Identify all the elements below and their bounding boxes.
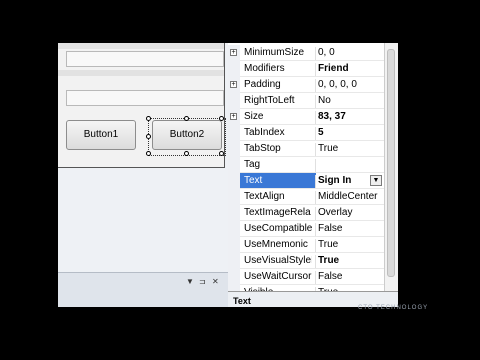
resize-handle-bottom-left[interactable] bbox=[146, 151, 151, 156]
property-row-margin bbox=[228, 221, 240, 237]
property-row-margin bbox=[228, 93, 240, 109]
docked-panel: ▼ ⊐ ✕ bbox=[58, 272, 228, 307]
property-row-margin bbox=[228, 173, 240, 189]
property-row-margin bbox=[228, 141, 240, 157]
property-name: Padding bbox=[244, 79, 281, 90]
property-value[interactable]: 0, 0 bbox=[315, 47, 383, 60]
button1[interactable]: Button1 bbox=[66, 120, 136, 150]
property-value[interactable]: True bbox=[315, 239, 383, 252]
property-name: TabStop bbox=[244, 143, 281, 154]
form-designer-surface[interactable]: Button1 Button2 bbox=[58, 43, 228, 272]
property-name: UseMnemonic bbox=[244, 239, 308, 250]
property-value[interactable]: 0, 0, 0, 0 bbox=[315, 79, 383, 92]
property-row[interactable]: TabStop True bbox=[228, 141, 384, 157]
close-icon[interactable]: ✕ bbox=[212, 277, 219, 286]
pin-icon[interactable]: ⊐ bbox=[199, 277, 206, 286]
property-value[interactable]: False bbox=[315, 223, 383, 236]
expand-icon[interactable]: + bbox=[230, 49, 237, 56]
resize-handle-left[interactable] bbox=[146, 134, 151, 139]
property-name: UseWaitCursor bbox=[244, 271, 312, 282]
property-name: Size bbox=[244, 111, 264, 122]
property-grid-scrollbar[interactable] bbox=[384, 43, 398, 291]
property-row-margin bbox=[228, 189, 240, 205]
resize-handle-top[interactable] bbox=[184, 116, 189, 121]
property-name: TextImageRela bbox=[244, 207, 311, 218]
property-row[interactable]: + MinimumSize 0, 0 bbox=[228, 45, 384, 61]
expand-icon[interactable]: + bbox=[230, 113, 237, 120]
property-row[interactable]: UseVisualStyleB True bbox=[228, 253, 384, 269]
property-name: TabIndex bbox=[244, 127, 285, 138]
property-value[interactable]: 83, 37 bbox=[315, 111, 383, 124]
property-name: Text bbox=[240, 173, 316, 188]
property-row-margin bbox=[228, 157, 240, 173]
property-name: UseVisualStyleB bbox=[244, 255, 312, 266]
form-top-stripe bbox=[58, 43, 224, 49]
property-name: UseCompatible bbox=[244, 223, 312, 234]
property-name: Modifiers bbox=[244, 63, 285, 74]
property-row[interactable]: TextAlign MiddleCenter bbox=[228, 189, 384, 205]
property-row[interactable]: Modifiers Friend bbox=[228, 61, 384, 77]
property-name: TextAlign bbox=[244, 191, 285, 202]
property-row[interactable]: UseCompatible False bbox=[228, 221, 384, 237]
property-value[interactable]: MiddleCenter bbox=[315, 191, 383, 204]
expand-icon[interactable]: + bbox=[230, 81, 237, 88]
property-name: Tag bbox=[244, 159, 261, 170]
property-row[interactable]: RightToLeft No bbox=[228, 93, 384, 109]
property-value[interactable]: 5 bbox=[315, 127, 383, 140]
property-row-margin: + bbox=[228, 109, 240, 125]
dropdown-arrow-icon[interactable]: ▼ bbox=[370, 175, 382, 186]
resize-handle-bottom-right[interactable] bbox=[219, 151, 224, 156]
property-value[interactable] bbox=[315, 159, 383, 172]
property-value[interactable]: False bbox=[315, 271, 383, 284]
property-value[interactable]: Friend bbox=[315, 63, 383, 76]
property-row-margin bbox=[228, 237, 240, 253]
watermark: CTO TECHNOLOGY bbox=[358, 305, 429, 311]
textbox-2[interactable] bbox=[66, 90, 224, 106]
property-row[interactable]: + Padding 0, 0, 0, 0 bbox=[228, 77, 384, 93]
property-row-margin bbox=[228, 269, 240, 285]
property-row[interactable]: + Size 83, 37 bbox=[228, 109, 384, 125]
property-row[interactable]: UseMnemonic True bbox=[228, 237, 384, 253]
resize-handle-bottom[interactable] bbox=[184, 151, 189, 156]
property-row-margin bbox=[228, 61, 240, 77]
property-name: MinimumSize bbox=[244, 47, 305, 58]
property-row[interactable]: UseWaitCursor False bbox=[228, 269, 384, 285]
resize-handle-top-left[interactable] bbox=[146, 116, 151, 121]
property-name: RightToLeft bbox=[244, 95, 295, 106]
property-row[interactable]: Tag bbox=[228, 157, 384, 173]
property-row-margin bbox=[228, 205, 240, 221]
description-title: Text bbox=[233, 296, 251, 306]
property-value[interactable]: True bbox=[315, 143, 383, 156]
panel-title-bar: ▼ ⊐ ✕ bbox=[58, 277, 228, 287]
property-value[interactable]: True bbox=[315, 255, 383, 268]
property-row-margin: + bbox=[228, 77, 240, 93]
panel-dropdown-icon[interactable]: ▼ bbox=[186, 277, 194, 286]
form-divider bbox=[58, 70, 224, 76]
property-row-margin: + bbox=[228, 45, 240, 61]
property-row-margin bbox=[228, 253, 240, 269]
form-canvas[interactable]: Button1 Button2 bbox=[58, 43, 226, 168]
resize-handle-top-right[interactable] bbox=[219, 116, 224, 121]
textbox-1[interactable] bbox=[66, 51, 224, 67]
property-value[interactable]: Overlay bbox=[315, 207, 383, 220]
property-row-margin bbox=[228, 125, 240, 141]
property-grid[interactable]: + MinimumSize 0, 0 Modifiers Friend + Padding 0… bbox=[228, 43, 398, 307]
ide-window: Button1 Button2 ▼ ⊐ ✕ + MinimumSize 0, 0 Mo… bbox=[58, 43, 398, 307]
property-value[interactable]: No bbox=[315, 95, 383, 108]
property-row[interactable]: TextImageRela Overlay bbox=[228, 205, 384, 221]
property-row[interactable]: Text Sign In ▼ bbox=[228, 173, 384, 189]
property-row[interactable]: TabIndex 5 bbox=[228, 125, 384, 141]
scrollbar-thumb[interactable] bbox=[387, 49, 395, 277]
